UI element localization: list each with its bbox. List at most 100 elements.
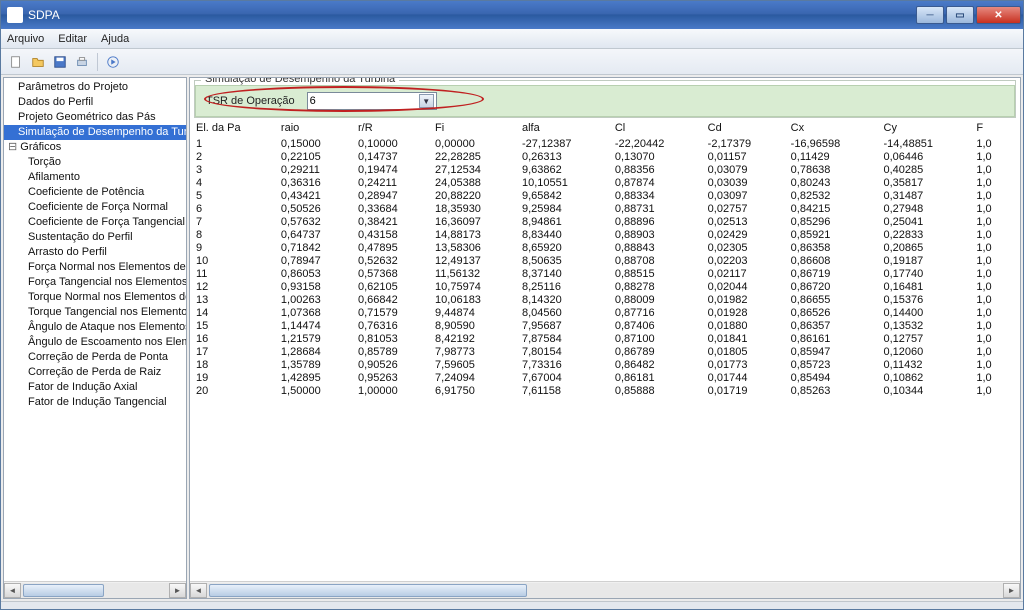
table-cell: 0,86357: [791, 320, 884, 333]
save-button[interactable]: [51, 53, 69, 71]
tree-parametros[interactable]: Parâmetros do Projeto: [4, 80, 186, 95]
table-row[interactable]: 201,500001,000006,917507,611580,858880,0…: [196, 385, 1014, 398]
tree-coef-fn[interactable]: Coeficiente de Força Normal: [4, 200, 186, 215]
project-tree[interactable]: Parâmetros do Projeto Dados do Perfil Pr…: [4, 78, 186, 581]
tree-graficos[interactable]: Gráficos: [4, 140, 186, 155]
run-button[interactable]: [104, 53, 122, 71]
menu-editar[interactable]: Editar: [58, 33, 87, 45]
scroll-track[interactable]: [21, 583, 169, 598]
col-header[interactable]: r/R: [358, 122, 435, 138]
table-cell: 0,01880: [708, 320, 791, 333]
tree-projeto-geom[interactable]: Projeto Geométrico das Pás: [4, 110, 186, 125]
tsr-combo[interactable]: 6 ▼: [307, 92, 437, 110]
table-row[interactable]: 10,150000,100000,00000-27,12387-22,20442…: [196, 138, 1014, 151]
col-header[interactable]: raio: [281, 122, 358, 138]
tree-simulacao[interactable]: Simulação de Desempenho da Turbina: [4, 125, 186, 140]
table-cell: 0,11432: [884, 359, 977, 372]
close-button[interactable]: ✕: [976, 6, 1021, 24]
table-row[interactable]: 40,363160,2421124,0538810,105510,878740,…: [196, 177, 1014, 190]
open-button[interactable]: [29, 53, 47, 71]
scroll-right-icon[interactable]: ►: [1003, 583, 1020, 598]
table-cell: 0,78947: [281, 255, 358, 268]
new-button[interactable]: [7, 53, 25, 71]
col-header[interactable]: El. da Pa: [196, 122, 281, 138]
scroll-left-icon[interactable]: ◄: [4, 583, 21, 598]
table-row[interactable]: 100,789470,5263212,491378,506350,887080,…: [196, 255, 1014, 268]
col-header[interactable]: Cx: [791, 122, 884, 138]
table-cell: 1,42895: [281, 372, 358, 385]
table-row[interactable]: 120,931580,6210510,759748,251160,882780,…: [196, 281, 1014, 294]
minimize-button[interactable]: ─: [916, 6, 944, 24]
table-row[interactable]: 80,647370,4315814,881738,834400,889030,0…: [196, 229, 1014, 242]
table-cell: 0,13532: [884, 320, 977, 333]
col-header[interactable]: Cy: [884, 122, 977, 138]
table-cell: 15: [196, 320, 281, 333]
tree-torcao[interactable]: Torção: [4, 155, 186, 170]
table-row[interactable]: 60,505260,3368418,359309,259840,887310,0…: [196, 203, 1014, 216]
table-cell: 0,01719: [708, 385, 791, 398]
table-cell: 0,86161: [791, 333, 884, 346]
tree-ang-escoamento[interactable]: Ângulo de Escoamento nos Element: [4, 335, 186, 350]
groupbox-title: Simulação de Desempenho da Turbina: [201, 77, 399, 85]
table-row[interactable]: 191,428950,952637,240947,670040,861810,0…: [196, 372, 1014, 385]
tree-dados-perfil[interactable]: Dados do Perfil: [4, 95, 186, 110]
tree-coef-ft[interactable]: Coeficiente de Força Tangencial: [4, 215, 186, 230]
table-row[interactable]: 20,221050,1473722,282850,263130,130700,0…: [196, 151, 1014, 164]
col-header[interactable]: Cd: [708, 122, 791, 138]
menu-arquivo[interactable]: Arquivo: [7, 33, 44, 45]
table-cell: 8,14320: [522, 294, 615, 307]
table-cell: 0,86482: [615, 359, 708, 372]
tree-corr-raiz[interactable]: Correção de Perda de Raiz: [4, 365, 186, 380]
scroll-right-icon[interactable]: ►: [169, 583, 186, 598]
col-header[interactable]: Cl: [615, 122, 708, 138]
col-header[interactable]: F: [976, 122, 1014, 138]
scroll-left-icon[interactable]: ◄: [190, 583, 207, 598]
tree-torque-tang[interactable]: Torque Tangencial nos Elementos d: [4, 305, 186, 320]
table-cell: 1,0: [976, 320, 1014, 333]
print-button[interactable]: [73, 53, 91, 71]
table-cell: 2: [196, 151, 281, 164]
maximize-button[interactable]: ▭: [946, 6, 974, 24]
tree-ang-ataque[interactable]: Ângulo de Ataque nos Elementos de: [4, 320, 186, 335]
table-cell: 0,57632: [281, 216, 358, 229]
scroll-thumb[interactable]: [23, 584, 104, 597]
table-row[interactable]: 50,434210,2894720,882209,658420,883340,0…: [196, 190, 1014, 203]
table-cell: 1,07368: [281, 307, 358, 320]
table-row[interactable]: 161,215790,810538,421927,875840,871000,0…: [196, 333, 1014, 346]
tree-hscroll[interactable]: ◄ ►: [4, 581, 186, 598]
tree-arrasto[interactable]: Arrasto do Perfil: [4, 245, 186, 260]
tree-fator-tang[interactable]: Fator de Indução Tangencial: [4, 395, 186, 410]
table-row[interactable]: 70,576320,3842116,360978,948610,888960,0…: [196, 216, 1014, 229]
menu-ajuda[interactable]: Ajuda: [101, 33, 129, 45]
tree-corr-ponta[interactable]: Correção de Perda de Ponta: [4, 350, 186, 365]
table-cell: 0,47895: [358, 242, 435, 255]
table-row[interactable]: 110,860530,5736811,561328,371400,885150,…: [196, 268, 1014, 281]
scroll-thumb[interactable]: [209, 584, 527, 597]
scroll-track[interactable]: [207, 583, 1003, 598]
table-cell: 6,91750: [435, 385, 522, 398]
table-row[interactable]: 171,286840,857897,987737,801540,867890,0…: [196, 346, 1014, 359]
table-row[interactable]: 151,144740,763168,905907,956870,874060,0…: [196, 320, 1014, 333]
table-row[interactable]: 30,292110,1947427,125349,638620,883560,0…: [196, 164, 1014, 177]
table-row[interactable]: 131,002630,6684210,061838,143200,880090,…: [196, 294, 1014, 307]
col-header[interactable]: Fi: [435, 122, 522, 138]
table-cell: 0,02203: [708, 255, 791, 268]
tree-forca-normal[interactable]: Força Normal nos Elementos de Pá: [4, 260, 186, 275]
tree-torque-normal[interactable]: Torque Normal nos Elementos de Pá: [4, 290, 186, 305]
col-header[interactable]: alfa: [522, 122, 615, 138]
table-row[interactable]: 141,073680,715799,448748,045600,877160,0…: [196, 307, 1014, 320]
table-cell: 0,88515: [615, 268, 708, 281]
chevron-down-icon[interactable]: ▼: [419, 94, 434, 108]
table-cell: 8: [196, 229, 281, 242]
table-cell: 8,90590: [435, 320, 522, 333]
tree-afilamento[interactable]: Afilamento: [4, 170, 186, 185]
tree-sustentacao[interactable]: Sustentação do Perfil: [4, 230, 186, 245]
tree-coef-potencia[interactable]: Coeficiente de Potência: [4, 185, 186, 200]
table-row[interactable]: 90,718420,4789513,583068,659200,888430,0…: [196, 242, 1014, 255]
tree-fator-axial[interactable]: Fator de Indução Axial: [4, 380, 186, 395]
table-hscroll[interactable]: ◄ ►: [190, 581, 1020, 598]
results-table: El. da Paraior/RFialfaClCdCxCyF 10,15000…: [196, 122, 1014, 398]
table-row[interactable]: 181,357890,905267,596057,733160,864820,0…: [196, 359, 1014, 372]
tree-forca-tang[interactable]: Força Tangencial nos Elementos de: [4, 275, 186, 290]
table-cell: 1,0: [976, 138, 1014, 151]
